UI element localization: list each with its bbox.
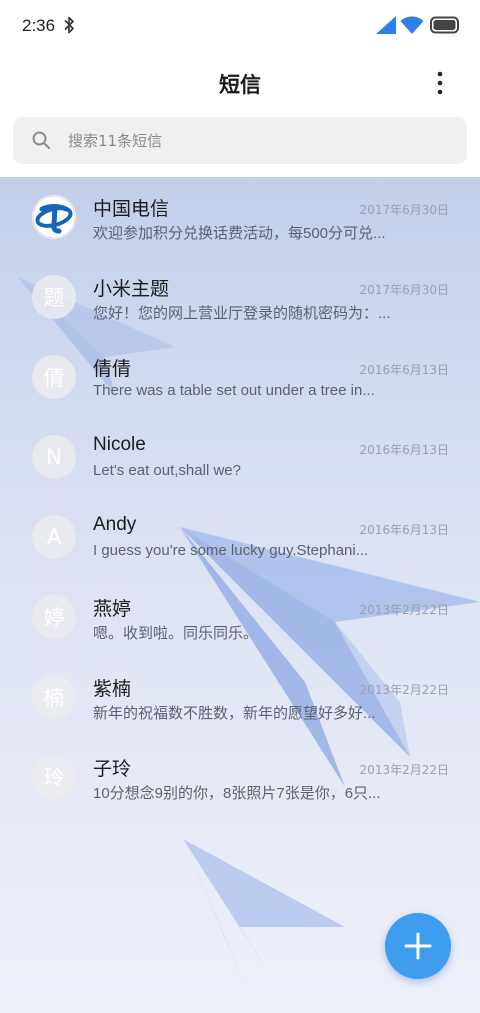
- contact-name: Nicole: [93, 434, 146, 455]
- message-preview: 欢迎参加积分兑换话费活动，每500分可兑...: [93, 225, 386, 242]
- bluetooth-icon: [64, 16, 74, 34]
- conversation-item[interactable]: A Andy 2016年6月13日 I guess you're some lu…: [0, 497, 480, 577]
- conversation-item[interactable]: 玲 子玲 2013年2月22日 10分想念9别的你，8张照片7张是你，6只...: [0, 737, 480, 817]
- battery-icon: [430, 16, 459, 34]
- message-preview: Let's eat out,shall we?: [93, 462, 241, 479]
- contact-name: 倩倩: [93, 359, 132, 380]
- contact-name: 燕婷: [93, 599, 132, 620]
- page-title: 短信: [219, 73, 261, 97]
- conversation-item[interactable]: N Nicole 2016年6月13日 Let's eat out,shall …: [0, 417, 480, 497]
- conversation-item[interactable]: 倩 倩倩 2016年6月13日 There was a table set ou…: [0, 337, 480, 417]
- china-telecom-logo: [32, 195, 76, 239]
- message-date: 2017年6月30日: [359, 203, 449, 217]
- message-date: 2016年6月13日: [359, 443, 449, 457]
- message-date: 2016年6月13日: [359, 523, 449, 537]
- contact-name: Andy: [93, 514, 137, 535]
- message-preview: 新年的祝福数不胜数，新年的愿望好多好...: [93, 705, 376, 722]
- message-preview: I guess you're some lucky guy.Stephani..…: [93, 542, 369, 559]
- contact-name: 子玲: [93, 759, 132, 780]
- message-date: 2016年6月13日: [359, 363, 449, 377]
- contact-name: 紫楠: [93, 679, 132, 700]
- more-options-button[interactable]: [424, 66, 456, 100]
- avatar: 玲: [32, 755, 76, 799]
- search-input[interactable]: 搜索11条短信: [13, 117, 467, 164]
- avatar: A: [32, 515, 76, 559]
- contact-name: 中国电信: [93, 199, 170, 220]
- app-header: 短信: [0, 52, 480, 114]
- avatar: N: [32, 435, 76, 479]
- new-message-button[interactable]: [385, 913, 451, 979]
- search-icon: [32, 131, 50, 149]
- avatar: 楠: [32, 675, 76, 719]
- message-preview: 您好！您的网上营业厅登录的随机密码为：...: [93, 305, 391, 322]
- contact-name: 小米主题: [93, 279, 170, 300]
- signal-icon: [376, 16, 396, 34]
- search-placeholder: 搜索11条短信: [68, 132, 163, 150]
- plus-icon: [404, 932, 432, 960]
- avatar: 婷: [32, 595, 76, 639]
- conversation-item-china-telecom[interactable]: 中国电信 2017年6月30日 欢迎参加积分兑换话费活动，每500分可兑...: [0, 177, 480, 257]
- wifi-icon: [400, 16, 424, 34]
- message-date: 2017年6月30日: [359, 283, 449, 297]
- more-vert-icon: [437, 71, 443, 95]
- avatar: 倩: [32, 355, 76, 399]
- message-date: 2013年2月22日: [359, 683, 449, 697]
- message-preview: There was a table set out under a tree i…: [93, 382, 375, 399]
- message-date: 2013年2月22日: [359, 763, 449, 777]
- conversation-item[interactable]: 题 小米主题 2017年6月30日 您好！您的网上营业厅登录的随机密码为：...: [0, 257, 480, 337]
- status-time: 2:36: [22, 16, 56, 35]
- message-preview: 10分想念9别的你，8张照片7张是你，6只...: [93, 785, 381, 802]
- message-date: 2013年2月22日: [359, 603, 449, 617]
- conversation-item[interactable]: 楠 紫楠 2013年2月22日 新年的祝福数不胜数，新年的愿望好多好...: [0, 657, 480, 737]
- conversation-list: 中国电信 2017年6月30日 欢迎参加积分兑换话费活动，每500分可兑... …: [0, 177, 480, 1013]
- conversation-item[interactable]: 婷 燕婷 2013年2月22日 嗯。收到啦。同乐同乐。: [0, 577, 480, 657]
- message-preview: 嗯。收到啦。同乐同乐。: [93, 625, 259, 642]
- status-bar: 2:36: [0, 0, 480, 52]
- avatar: 题: [32, 275, 76, 319]
